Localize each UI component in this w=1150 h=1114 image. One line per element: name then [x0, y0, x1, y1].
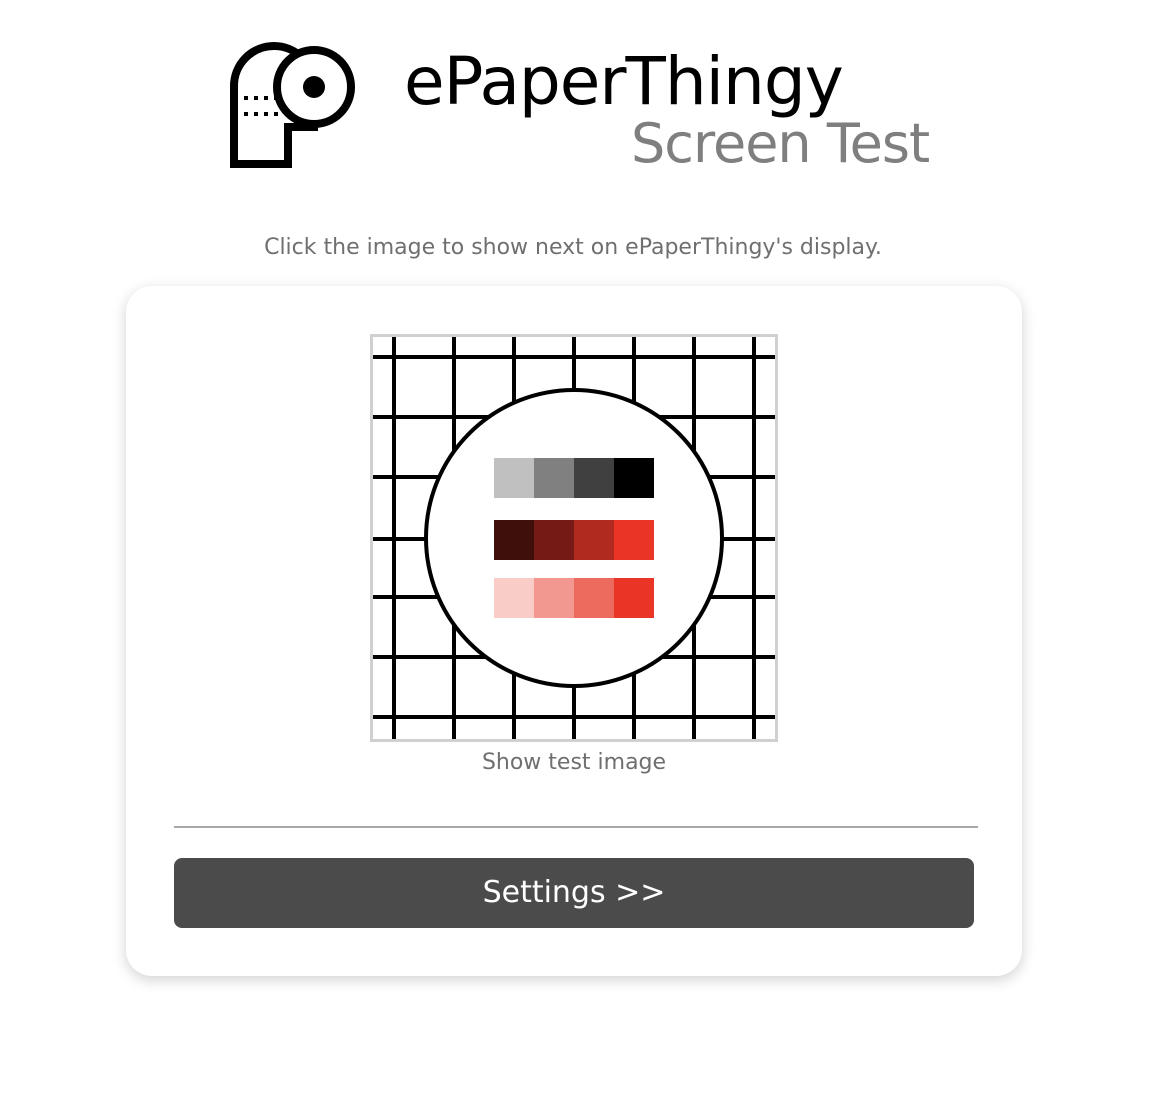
color-swatch: [534, 520, 574, 560]
color-swatch: [494, 520, 534, 560]
epaperthingy-logo-icon: [230, 42, 355, 168]
test-card: Show test image Settings >>: [126, 286, 1022, 976]
app-title: ePaperThingy: [404, 43, 844, 120]
instruction-text: Click the image to show next on ePaperTh…: [264, 235, 882, 260]
color-swatch: [574, 520, 614, 560]
color-swatch: [614, 520, 654, 560]
color-swatch: [614, 578, 654, 618]
image-caption: Show test image: [481, 750, 667, 775]
color-swatch: [534, 458, 574, 498]
test-image-button[interactable]: [370, 334, 778, 742]
color-swatch: [534, 578, 574, 618]
app-subtitle: Screen Test: [631, 112, 930, 175]
test-pattern-image[interactable]: [370, 334, 778, 742]
header: ePaperThingy Screen Test: [0, 0, 1150, 200]
divider: [174, 826, 978, 828]
settings-button[interactable]: Settings >>: [174, 858, 974, 928]
color-swatch: [614, 458, 654, 498]
color-swatch: [574, 458, 614, 498]
color-swatch: [494, 458, 534, 498]
color-swatch: [494, 578, 534, 618]
color-swatch: [574, 578, 614, 618]
